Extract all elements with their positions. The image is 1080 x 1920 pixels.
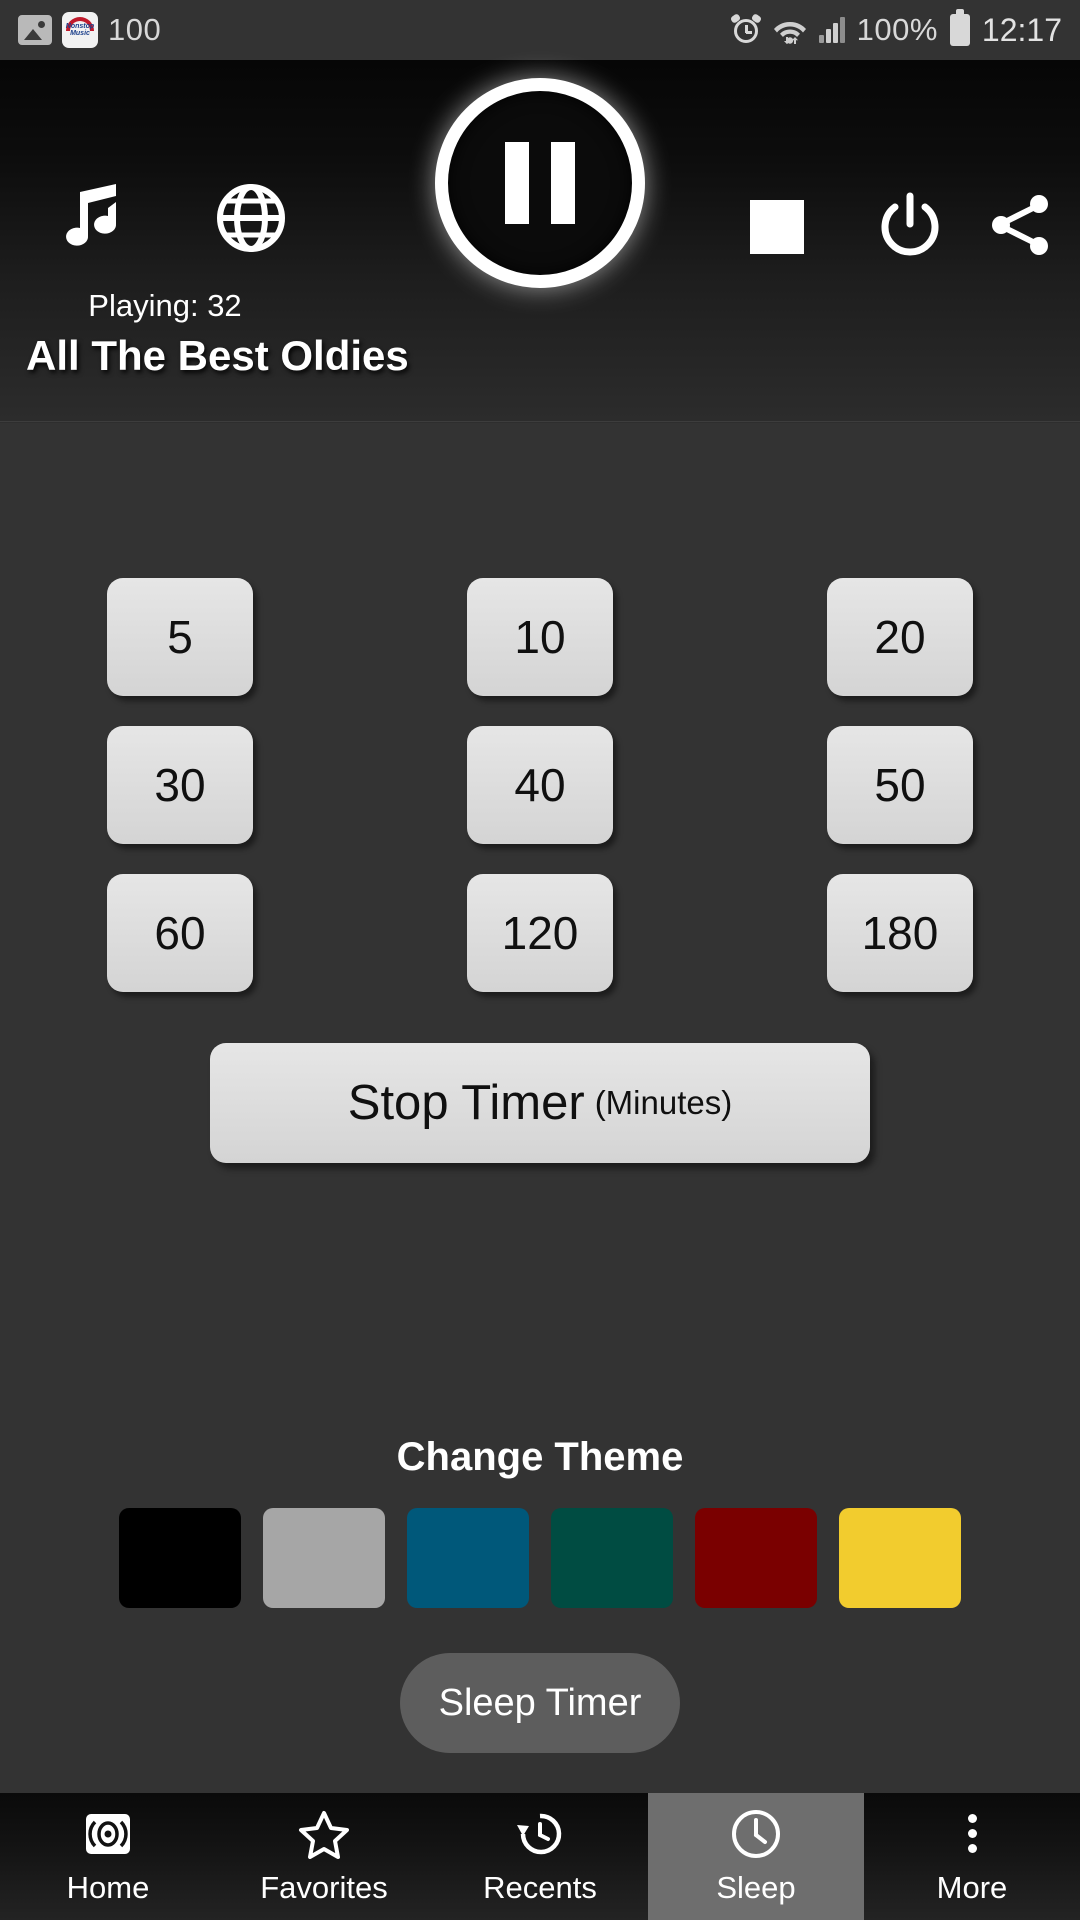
nav-item-sleep[interactable]: Sleep — [648, 1793, 864, 1920]
battery-percent: 100% — [856, 12, 938, 47]
theme-swatch-gray[interactable] — [263, 1508, 385, 1608]
alarm-icon — [729, 13, 762, 45]
status-bar-right: 100% 12:17 — [729, 9, 1062, 49]
clock-icon — [730, 1808, 782, 1860]
history-icon — [514, 1808, 566, 1860]
music-note-icon[interactable] — [50, 180, 128, 258]
theme-swatch-red[interactable] — [695, 1508, 817, 1608]
nav-label: More — [936, 1869, 1008, 1905]
theme-swatch-row — [0, 1508, 1080, 1608]
stop-timer-unit-label: (Minutes) — [594, 1084, 733, 1121]
stop-button[interactable] — [745, 195, 809, 259]
nav-label: Favorites — [260, 1869, 388, 1905]
sleep-timer-screen: 5 10 20 30 40 50 60 120 180 Stop Timer (… — [0, 423, 1080, 1793]
signal-icon — [818, 17, 845, 43]
battery-icon — [949, 9, 970, 46]
status-bar-clock: 12:17 — [981, 11, 1062, 48]
status-bar: Nonstop Music 100 100% 12:17 — [0, 0, 1080, 60]
theme-swatch-black[interactable] — [119, 1508, 241, 1608]
change-theme-title: Change Theme — [396, 1435, 684, 1479]
theme-swatch-yellow[interactable] — [839, 1508, 961, 1608]
sleep-timer-pill-label: Sleep Timer — [438, 1681, 642, 1724]
timer-button[interactable]: 10 — [466, 578, 613, 696]
nav-label: Recents — [483, 1869, 597, 1905]
nonstop-music-app-icon: Nonstop Music — [62, 12, 98, 48]
notification-count: 100 — [108, 12, 162, 47]
sleep-timer-pill[interactable]: Sleep Timer — [400, 1653, 680, 1753]
app-badge-label: Nonstop Music — [65, 23, 95, 37]
status-bar-left: Nonstop Music 100 — [18, 12, 161, 48]
timer-button[interactable]: 60 — [107, 874, 253, 992]
player-controls-row: Playing: 32 — [0, 60, 1080, 323]
timer-button[interactable]: 30 — [107, 726, 253, 844]
nav-item-more[interactable]: More — [864, 1793, 1080, 1920]
timer-button[interactable]: 120 — [466, 874, 613, 992]
playing-count-label: Playing: 32 — [88, 288, 242, 323]
timer-button[interactable]: 20 — [826, 578, 973, 696]
timer-button[interactable]: 5 — [107, 578, 253, 696]
share-button[interactable] — [985, 190, 1055, 260]
power-button[interactable] — [875, 190, 945, 260]
nav-item-home[interactable]: Home — [0, 1793, 216, 1920]
globe-icon[interactable] — [215, 182, 287, 254]
nav-label: Sleep — [716, 1869, 796, 1905]
pause-button[interactable] — [435, 78, 645, 288]
overflow-menu-icon — [967, 1808, 977, 1860]
timer-button[interactable]: 50 — [826, 726, 973, 844]
nav-item-recents[interactable]: Recents — [432, 1793, 648, 1920]
timer-button-grid: 5 10 20 30 40 50 60 120 180 — [0, 578, 1080, 992]
stop-timer-label: Stop Timer — [347, 1076, 585, 1130]
stop-timer-button[interactable]: Stop Timer (Minutes) — [210, 1043, 870, 1163]
theme-swatch-blue[interactable] — [407, 1508, 529, 1608]
player-header: Playing: 32 All The Best Oldies — [0, 60, 1080, 422]
station-title: All The Best Oldies — [26, 332, 409, 379]
wifi-icon — [773, 16, 807, 45]
timer-button[interactable]: 180 — [826, 874, 973, 992]
bottom-navigation: Home Favorites Recents Sleep More — [0, 1793, 1080, 1920]
pause-icon — [435, 78, 645, 288]
nav-label: Home — [66, 1869, 150, 1905]
theme-swatch-green[interactable] — [551, 1508, 673, 1608]
nav-item-favorites[interactable]: Favorites — [216, 1793, 432, 1920]
radio-icon — [83, 1808, 133, 1860]
timer-button[interactable]: 40 — [466, 726, 613, 844]
star-icon — [298, 1808, 350, 1860]
app-root: Nonstop Music 100 100% 12:17 Playing: 32… — [0, 0, 1080, 1920]
gallery-icon — [18, 15, 52, 45]
